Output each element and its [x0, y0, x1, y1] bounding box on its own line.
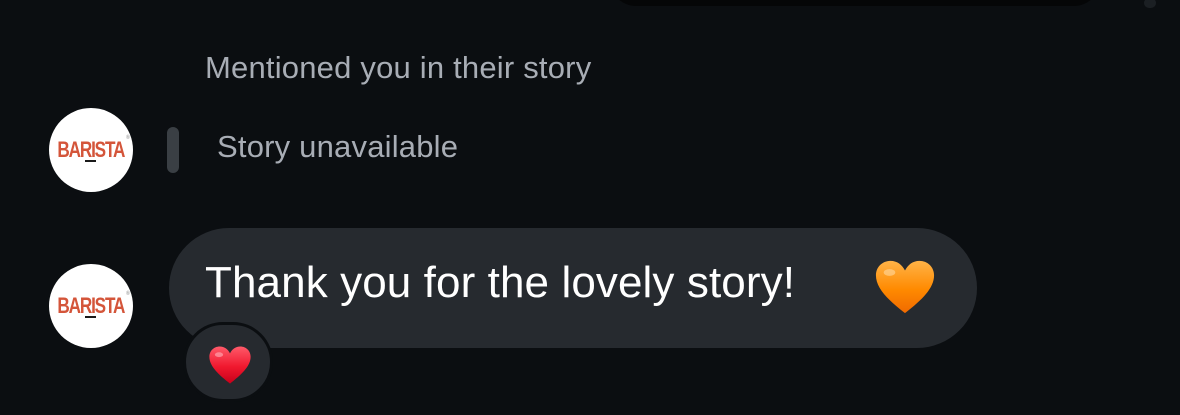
chat-thread: Mentioned you in their story BARISTA ® St…	[0, 0, 1180, 415]
story-unavailable-text[interactable]: Story unavailable	[217, 129, 458, 165]
previous-message-bubble[interactable]	[610, 0, 1100, 6]
message-text: Thank you for the lovely story!	[205, 258, 796, 307]
reaction-badge[interactable]	[183, 322, 273, 402]
registered-mark: ®	[126, 291, 130, 297]
red-heart-icon	[209, 346, 251, 384]
sender-avatar[interactable]: BARISTA ®	[49, 108, 133, 192]
orange-heart-icon	[875, 260, 935, 314]
logo-underline	[85, 316, 96, 318]
story-reply-bar	[167, 127, 179, 173]
barista-logo-text: BARISTA	[57, 137, 126, 162]
registered-mark: ®	[126, 135, 130, 141]
sender-avatar[interactable]: BARISTA ®	[49, 264, 133, 348]
scroll-indicator	[1144, 0, 1156, 8]
logo-underline	[85, 160, 96, 162]
barista-logo-text: BARISTA	[57, 293, 126, 318]
mention-label: Mentioned you in their story	[205, 50, 592, 85]
